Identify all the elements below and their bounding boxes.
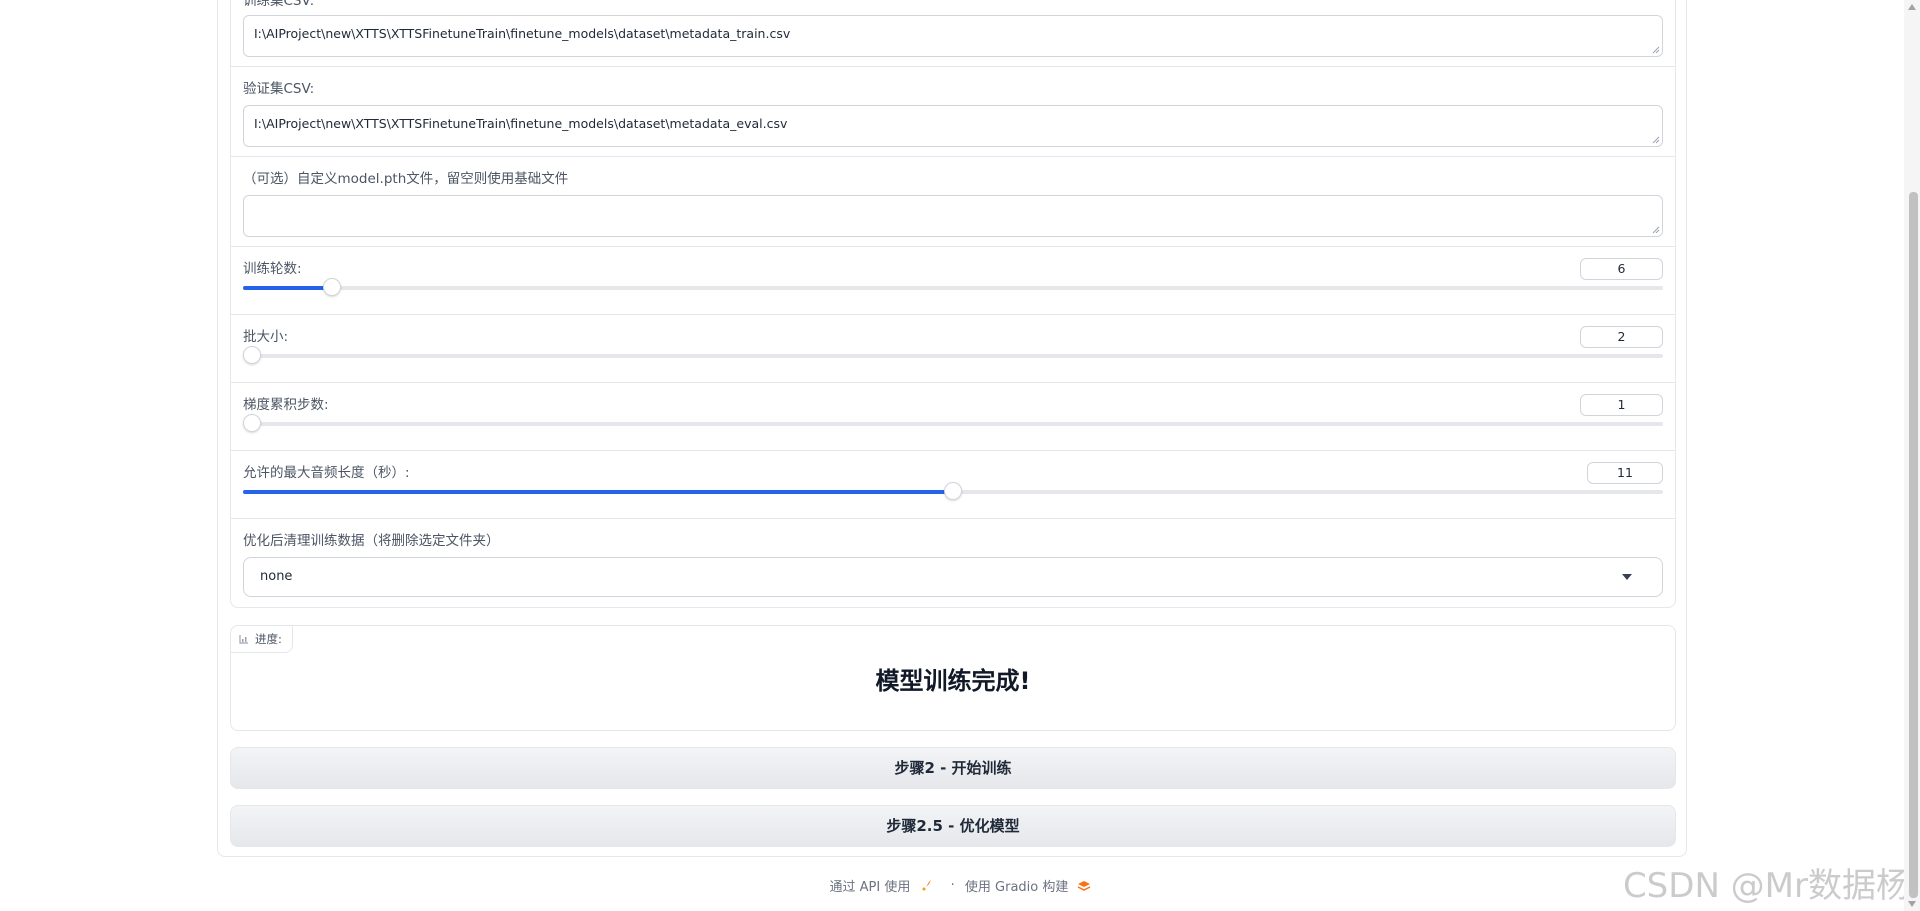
- progress-panel: 进度: 模型训练完成!: [230, 625, 1676, 731]
- train-csv-value: I:\AIProject\new\XTTS\XTTSFinetuneTrain\…: [254, 26, 791, 41]
- max-audio-slider-fill: [243, 490, 953, 494]
- chevron-down-icon: [1622, 574, 1632, 580]
- optimize-model-button[interactable]: 步骤2.5 - 优化模型: [230, 805, 1676, 847]
- scrollbar-thumb[interactable]: [1909, 192, 1918, 898]
- batch-size-slider[interactable]: [243, 346, 1663, 364]
- max-audio-number-input[interactable]: 11: [1587, 462, 1663, 484]
- start-training-button[interactable]: 步骤2 - 开始训练: [230, 747, 1676, 789]
- grad-accum-slider[interactable]: [243, 414, 1663, 432]
- api-link[interactable]: 通过 API 使用: [829, 880, 910, 895]
- grad-accum-block: 梯度累积步数: 1: [231, 383, 1675, 451]
- train-csv-label: 训练集CSV:: [243, 0, 315, 9]
- grad-accum-number-input[interactable]: 1: [1580, 394, 1663, 416]
- batch-size-label: 批大小:: [243, 329, 289, 345]
- cleanup-dropdown[interactable]: none: [243, 557, 1663, 597]
- epochs-block: 训练轮数: 6: [231, 247, 1675, 315]
- grad-accum-slider-thumb[interactable]: [243, 414, 261, 432]
- train-csv-input[interactable]: I:\AIProject\new\XTTS\XTTSFinetuneTrain\…: [243, 15, 1663, 57]
- scroll-down-arrow-icon[interactable]: [1908, 901, 1916, 907]
- resize-handle-icon[interactable]: [1652, 226, 1660, 234]
- epochs-slider-fill: [243, 286, 332, 290]
- max-audio-slider-thumb[interactable]: [944, 482, 962, 500]
- batch-size-slider-thumb[interactable]: [243, 346, 261, 364]
- epochs-label: 训练轮数:: [243, 261, 302, 277]
- gradio-link[interactable]: 使用 Gradio 构建: [965, 880, 1068, 895]
- epochs-slider[interactable]: [243, 278, 1663, 296]
- custom-model-input[interactable]: [243, 195, 1663, 237]
- chart-icon: [239, 635, 248, 644]
- epochs-slider-thumb[interactable]: [322, 278, 341, 296]
- training-form: 训练集CSV: I:\AIProject\new\XTTS\XTTSFinetu…: [230, 0, 1676, 608]
- eval-csv-block: 验证集CSV: I:\AIProject\new\XTTS\XTTSFinetu…: [231, 67, 1675, 157]
- progress-tag: 进度:: [231, 626, 293, 653]
- batch-size-number-input[interactable]: 2: [1580, 326, 1663, 348]
- cleanup-block: 优化后清理训练数据（将删除选定文件夹） none: [231, 519, 1675, 607]
- batch-size-block: 批大小: 2: [231, 315, 1675, 383]
- epochs-number-input[interactable]: 6: [1580, 258, 1663, 280]
- eval-csv-label: 验证集CSV:: [243, 81, 315, 97]
- gradio-logo-icon: [1077, 880, 1090, 891]
- custom-model-label: （可选）自定义model.pth文件，留空则使用基础文件: [243, 171, 569, 187]
- scroll-up-arrow-icon[interactable]: [1908, 4, 1916, 10]
- resize-handle-icon[interactable]: [1652, 46, 1660, 54]
- eval-csv-input[interactable]: I:\AIProject\new\XTTS\XTTSFinetuneTrain\…: [243, 105, 1663, 147]
- eval-csv-value: I:\AIProject\new\XTTS\XTTSFinetuneTrain\…: [254, 116, 788, 131]
- custom-model-block: （可选）自定义model.pth文件，留空则使用基础文件: [231, 157, 1675, 247]
- csdn-watermark: CSDN @Mr数据杨: [1622, 866, 1910, 906]
- cleanup-label: 优化后清理训练数据（将删除选定文件夹）: [243, 533, 500, 549]
- grad-accum-label: 梯度累积步数:: [243, 397, 329, 413]
- scrollbar[interactable]: [1904, 0, 1920, 911]
- cleanup-selected-value: none: [260, 569, 293, 584]
- page: 训练集CSV: I:\AIProject\new\XTTS\XTTSFinetu…: [0, 0, 1920, 911]
- max-audio-label: 允许的最大音频长度（秒）:: [243, 465, 410, 481]
- train-csv-block: 训练集CSV: I:\AIProject\new\XTTS\XTTSFinetu…: [231, 0, 1675, 67]
- footer-separator: ·: [950, 878, 955, 893]
- rocket-icon: [922, 879, 932, 890]
- max-audio-slider[interactable]: [243, 482, 1663, 500]
- resize-handle-icon[interactable]: [1652, 136, 1660, 144]
- progress-message: 模型训练完成!: [875, 667, 1031, 695]
- progress-label: 进度:: [255, 632, 282, 646]
- max-audio-block: 允许的最大音频长度（秒）: 11: [231, 451, 1675, 519]
